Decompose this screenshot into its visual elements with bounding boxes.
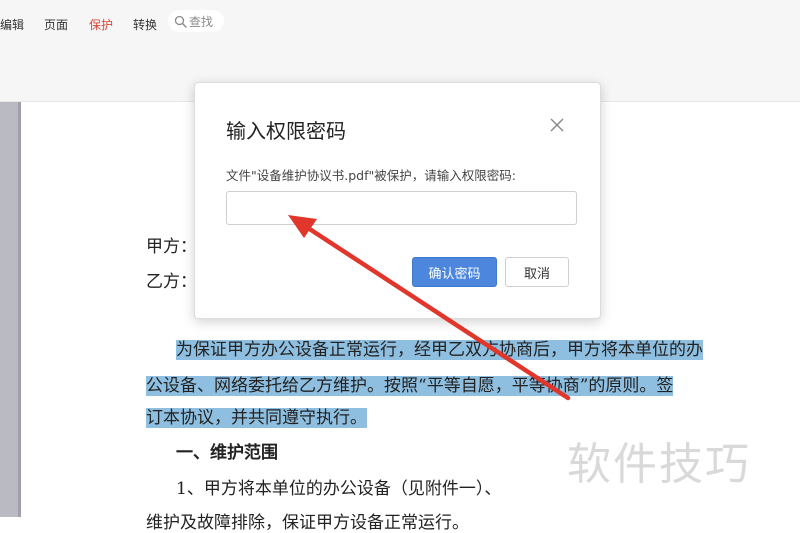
tab-edit[interactable]: 编辑 bbox=[0, 16, 24, 33]
watermark: 软件技巧 bbox=[567, 439, 751, 490]
dialog-message: 文件"设备维护协议书.pdf"被保护，请输入权限密码: bbox=[226, 168, 516, 183]
paragraph-line: 公设备、网络委托给乙方维护。按照“平等自愿，平等协商”的原则。签 bbox=[146, 371, 674, 396]
tab-convert[interactable]: 转换 bbox=[133, 16, 157, 33]
page-edge bbox=[18, 102, 21, 517]
paragraph-line: 1、甲方将本单位的办公设备（见附件一）、 bbox=[176, 479, 502, 499]
close-icon[interactable] bbox=[549, 117, 565, 133]
tab-page[interactable]: 页面 bbox=[44, 16, 68, 33]
confirm-password-button[interactable]: 确认密码 bbox=[412, 257, 497, 287]
highlighted-text: 公设备、网络委托给乙方维护。按照“平等自愿，平等协商”的原则。签 bbox=[146, 376, 674, 396]
paragraph-line: 维护及故障排除，保证甲方设备正常运行。 bbox=[146, 513, 469, 533]
tab-protect[interactable]: 保护 bbox=[89, 16, 113, 33]
search-box[interactable]: 查找 bbox=[168, 10, 224, 32]
highlighted-text: 为保证甲方办公设备正常运行，经甲乙双方协商后，甲方将本单位的办 bbox=[176, 340, 703, 360]
highlighted-text: 订本协议，并共同遵守执行。 bbox=[146, 408, 367, 428]
search-icon bbox=[174, 15, 187, 28]
password-dialog: 输入权限密码 文件"设备维护协议书.pdf"被保护，请输入权限密码: 确认密码 … bbox=[194, 82, 601, 319]
section-heading: 一、维护范围 bbox=[176, 443, 278, 463]
party-b-label: 乙方： bbox=[146, 272, 197, 292]
paragraph-line: 为保证甲方办公设备正常运行，经甲乙双方协商后，甲方将本单位的办 bbox=[176, 335, 703, 360]
paragraph-line: 订本协议，并共同遵守执行。 bbox=[146, 403, 367, 428]
search-label: 查找 bbox=[189, 14, 214, 29]
cancel-button[interactable]: 取消 bbox=[505, 257, 569, 287]
password-input[interactable] bbox=[226, 191, 577, 225]
dialog-title: 输入权限密码 bbox=[226, 119, 346, 143]
party-a-label: 甲方： bbox=[146, 237, 197, 257]
